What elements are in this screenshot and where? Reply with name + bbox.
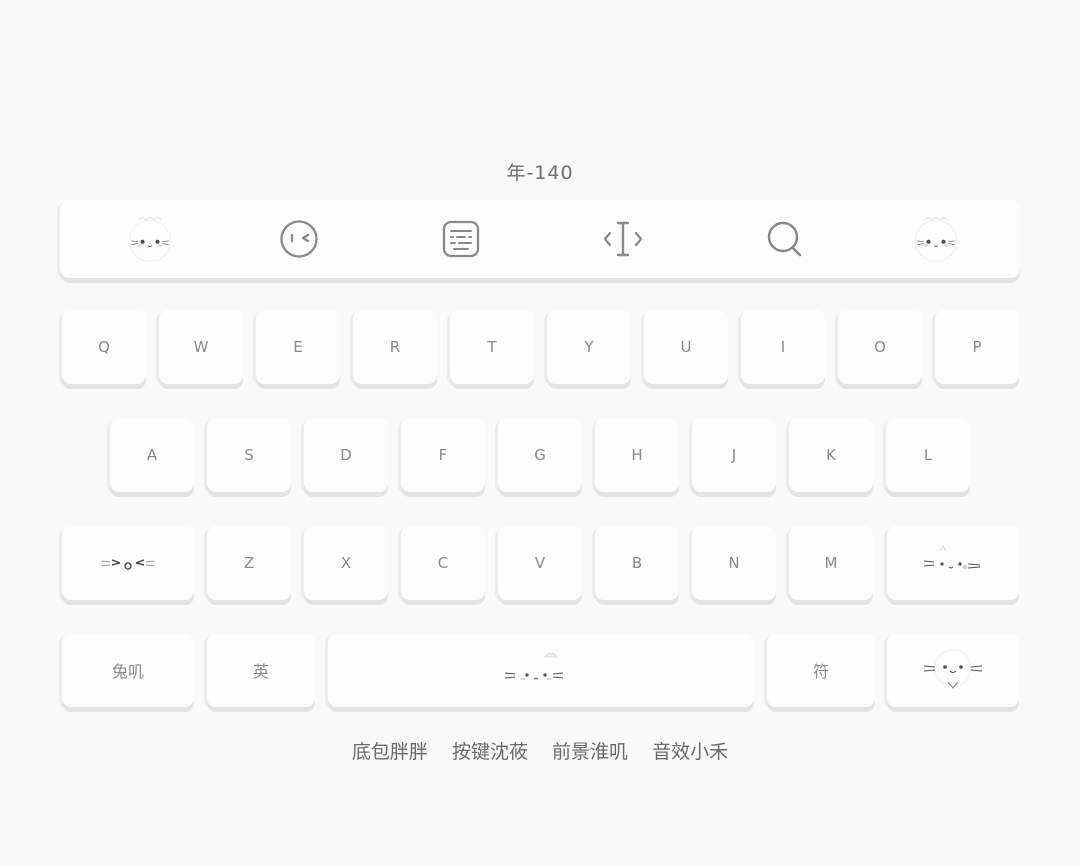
key-label: I <box>780 338 786 356</box>
symbol-key[interactable]: 符 <box>767 633 875 707</box>
key-label: U <box>680 338 692 356</box>
key-j[interactable]: J <box>692 418 776 492</box>
credit-keys: 按键沈莜 <box>451 741 528 763</box>
key-b[interactable]: B <box>595 526 679 600</box>
key-s[interactable]: S <box>207 418 291 492</box>
key-label: J <box>731 446 737 464</box>
key-label: T <box>487 338 497 356</box>
credit-sound: 音效小禾 <box>652 741 729 763</box>
keyboard-icon[interactable] <box>433 214 489 264</box>
search-icon[interactable] <box>757 214 813 264</box>
key-label: W <box>193 338 209 356</box>
key-label: X <box>340 554 352 572</box>
key-t[interactable]: T <box>450 310 534 384</box>
key-label: V <box>534 554 546 572</box>
cat-avatar-icon[interactable] <box>908 214 964 264</box>
key-c[interactable]: C <box>401 526 485 600</box>
key-o[interactable]: O <box>838 310 922 384</box>
keyboard-toolbar <box>60 200 1020 278</box>
key-label: C <box>437 554 449 572</box>
key-k[interactable]: K <box>789 418 873 492</box>
key-label: H <box>631 446 643 464</box>
key-n[interactable]: N <box>692 526 776 600</box>
cat-face-shift-icon <box>101 559 155 570</box>
key-label: D <box>340 446 352 464</box>
key-e[interactable]: E <box>256 310 340 384</box>
language-key[interactable]: 英 <box>207 633 315 707</box>
key-x[interactable]: X <box>304 526 388 600</box>
key-w[interactable]: W <box>159 310 243 384</box>
key-y[interactable]: Y <box>547 310 631 384</box>
mode-key-label: 兔叽 <box>111 662 144 681</box>
key-label: A <box>146 446 158 464</box>
key-d[interactable]: D <box>304 418 388 492</box>
key-label: R <box>389 338 401 356</box>
key-g[interactable]: G <box>498 418 582 492</box>
backspace-key[interactable] <box>887 526 1019 600</box>
key-label: L <box>923 446 933 464</box>
key-label: Y <box>584 338 594 356</box>
key-label: B <box>631 554 643 572</box>
key-z[interactable]: Z <box>207 526 291 600</box>
cat-face-enter-icon <box>923 649 983 689</box>
key-label: S <box>244 446 254 464</box>
credit-foreground: 前景淮叽 <box>552 741 629 763</box>
key-l[interactable]: L <box>886 418 970 492</box>
cat-face-backspace-icon <box>923 545 981 570</box>
key-label: N <box>728 554 740 572</box>
key-label: O <box>874 338 886 356</box>
shift-key[interactable] <box>62 526 194 600</box>
credits-line: 底包胖胖 按键沈莜 前景淮叽 音效小禾 <box>0 737 1080 764</box>
key-r[interactable]: R <box>353 310 437 384</box>
key-label: F <box>438 446 448 464</box>
key-h[interactable]: H <box>595 418 679 492</box>
key-label: E <box>293 338 303 356</box>
enter-key[interactable] <box>887 633 1019 707</box>
credit-base: 底包胖胖 <box>351 741 428 763</box>
key-label: Z <box>243 554 255 572</box>
key-label: P <box>972 338 982 356</box>
language-key-label: 英 <box>252 662 269 681</box>
cat-avatar-icon[interactable] <box>122 214 178 264</box>
key-q[interactable]: Q <box>62 310 146 384</box>
page-title: 年-140 <box>506 162 574 184</box>
key-label: K <box>826 446 836 464</box>
cursor-move-icon[interactable] <box>595 214 651 264</box>
space-key[interactable] <box>328 633 754 707</box>
key-u[interactable]: U <box>644 310 728 384</box>
key-a[interactable]: A <box>110 418 194 492</box>
cat-face-space-icon <box>504 652 564 681</box>
symbol-key-label: 符 <box>812 662 829 681</box>
key-i[interactable]: I <box>741 310 825 384</box>
key-label: G <box>534 446 546 464</box>
key-p[interactable]: P <box>935 310 1019 384</box>
key-f[interactable]: F <box>401 418 485 492</box>
emoji-icon[interactable] <box>271 214 327 264</box>
key-label: M <box>824 554 838 572</box>
key-v[interactable]: V <box>498 526 582 600</box>
mode-key[interactable]: 兔叽 <box>62 633 194 707</box>
key-label: Q <box>98 338 110 356</box>
key-m[interactable]: M <box>789 526 873 600</box>
